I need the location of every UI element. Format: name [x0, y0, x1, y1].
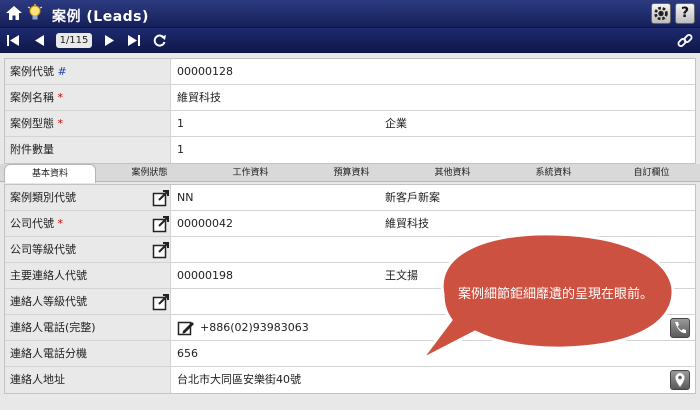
- tab-system-data[interactable]: 系統資料: [506, 164, 601, 182]
- record-pager[interactable]: 1/115: [56, 33, 92, 48]
- field-row: 連絡人電話分機 656: [5, 341, 695, 367]
- gear-icon: [654, 6, 668, 21]
- field-value: +886(02)93983063: [200, 321, 309, 334]
- title-bar: 案例 (Leads) ?: [0, 0, 700, 28]
- field-value: 00000042: [177, 217, 233, 230]
- tab-budget-data[interactable]: 預算資料: [304, 164, 399, 182]
- first-record-icon[interactable]: [6, 33, 21, 48]
- next-record-icon[interactable]: [102, 33, 117, 48]
- field-label: 連絡人電話(完整): [5, 315, 171, 340]
- field-row: 附件數量 1: [5, 137, 695, 163]
- field-label: 案例類別代號: [5, 185, 171, 210]
- field-label: 公司等級代號: [5, 237, 171, 262]
- open-link-icon[interactable]: [152, 189, 170, 207]
- field-row: 案例代號 # 00000128: [5, 59, 695, 85]
- edit-icon[interactable]: [177, 319, 195, 337]
- field-label: 案例代號 #: [5, 59, 171, 84]
- field-value: 維貿科技: [177, 91, 221, 104]
- map-button[interactable]: [670, 370, 690, 390]
- field-value: NN: [177, 191, 194, 204]
- home-icon[interactable]: [5, 4, 23, 22]
- tab-work-data[interactable]: 工作資料: [203, 164, 298, 182]
- field-label: 附件數量: [5, 137, 171, 163]
- field-row: 案例類別代號 NN 新客戶新案: [5, 185, 695, 211]
- page-title: 案例 (Leads): [52, 9, 149, 25]
- open-link-icon[interactable]: [152, 293, 170, 311]
- field-value: 656: [177, 347, 198, 360]
- refresh-icon[interactable]: [152, 33, 167, 48]
- field-label: 案例名稱 *: [5, 85, 171, 110]
- field-row: 案例型態 * 1 企業: [5, 111, 695, 137]
- detail-panel: 案例類別代號 NN 新客戶新案 公司代號 * 00000042 維貿科技 公司等…: [4, 184, 696, 394]
- open-link-icon[interactable]: [152, 241, 170, 259]
- field-value: 1: [177, 117, 184, 130]
- tab-custom-fields[interactable]: 自訂欄位: [604, 164, 699, 182]
- field-label: 連絡人電話分機: [5, 341, 171, 366]
- link-icon[interactable]: [676, 32, 694, 50]
- field-label: 公司代號 *: [5, 211, 171, 236]
- tab-basic-info[interactable]: 基本資料: [4, 164, 96, 183]
- tab-case-status[interactable]: 案例狀態: [102, 164, 197, 182]
- field-value-description: 企業: [385, 117, 407, 130]
- map-pin-icon: [675, 373, 685, 387]
- field-row: 公司代號 * 00000042 維貿科技: [5, 211, 695, 237]
- field-row: 公司等級代號: [5, 237, 695, 263]
- field-label: 連絡人等級代號: [5, 289, 171, 314]
- field-label: 連絡人地址: [5, 367, 171, 393]
- field-value: 00000128: [177, 65, 233, 78]
- call-button[interactable]: [670, 318, 690, 338]
- open-link-icon[interactable]: [152, 215, 170, 233]
- field-value: 1: [177, 143, 184, 156]
- tab-other-data[interactable]: 其他資料: [405, 164, 500, 182]
- field-row: 主要連絡人代號 00000198 王文揚: [5, 263, 695, 289]
- field-row: 連絡人等級代號: [5, 289, 695, 315]
- record-nav-bar: 1/115: [0, 28, 700, 53]
- field-label: 主要連絡人代號: [5, 263, 171, 288]
- previous-record-icon[interactable]: [32, 33, 47, 48]
- field-row: 連絡人地址 台北市大同區安樂街40號: [5, 367, 695, 393]
- summary-panel: 案例代號 # 00000128 案例名稱 * 維貿科技 案例型態 * 1 企業 …: [4, 58, 696, 164]
- field-row: 連絡人電話(完整) +886(02)93983063: [5, 315, 695, 341]
- settings-button[interactable]: [651, 3, 671, 24]
- phone-icon: [675, 322, 686, 334]
- field-value-description: 新客戶新案: [385, 191, 440, 204]
- field-value-description: 王文揚: [385, 269, 418, 282]
- lightbulb-icon: [27, 4, 43, 20]
- field-value-description: 維貿科技: [385, 217, 429, 230]
- detail-tabs: 基本資料 案例狀態 工作資料 預算資料 其他資料 系統資料 自訂欄位: [0, 164, 700, 183]
- last-record-icon[interactable]: [126, 33, 141, 48]
- field-row: 案例名稱 * 維貿科技: [5, 85, 695, 111]
- field-value: 00000198: [177, 269, 233, 282]
- field-label: 案例型態 *: [5, 111, 171, 136]
- field-value: 台北市大同區安樂街40號: [177, 373, 301, 386]
- help-button[interactable]: ?: [675, 3, 695, 24]
